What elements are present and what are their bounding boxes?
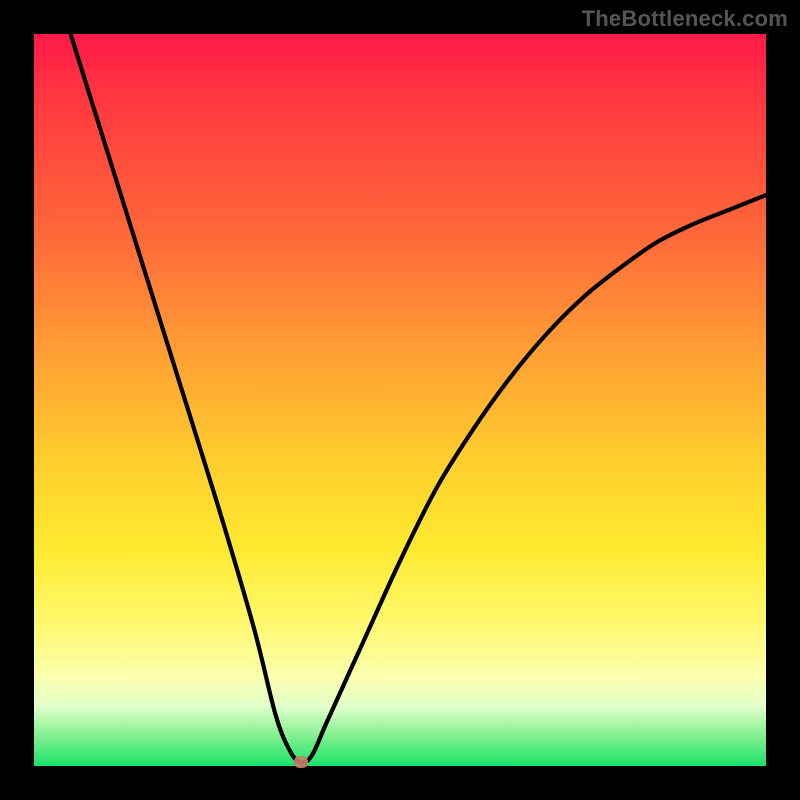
plot-area <box>34 34 766 766</box>
bottleneck-curve <box>34 34 766 766</box>
chart-frame: TheBottleneck.com <box>0 0 800 800</box>
minimum-marker <box>294 756 308 768</box>
watermark-text: TheBottleneck.com <box>582 6 788 32</box>
